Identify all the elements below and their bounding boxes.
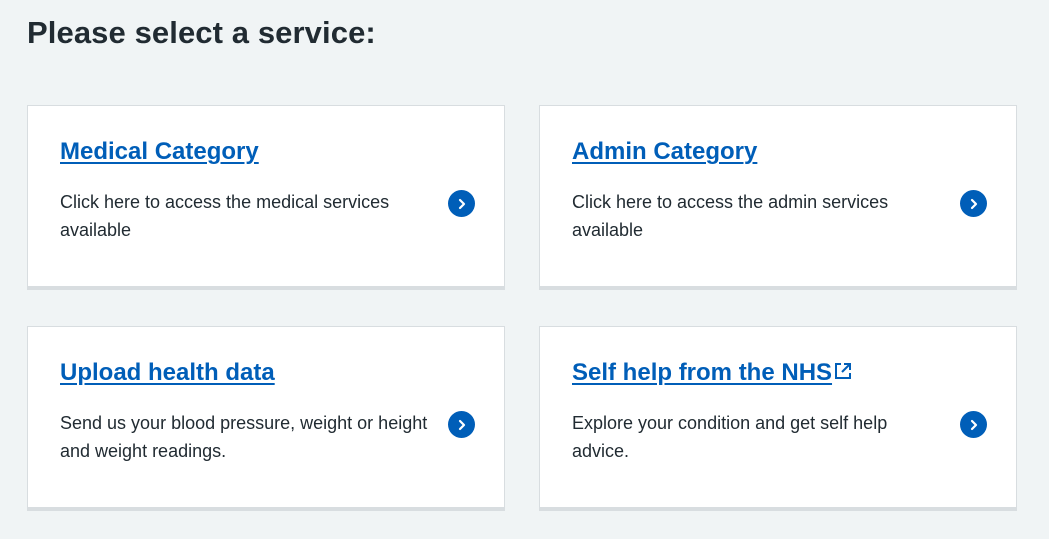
upload-health-data-description: Send us your blood pressure, weight or h… [60,413,428,461]
card-medical-category[interactable]: Medical Category Click here to access th… [27,105,505,290]
card-self-help-nhs[interactable]: Self help from the NHS Explore your cond… [539,326,1017,511]
admin-category-link-text: Admin Category [572,138,758,165]
chevron-right-icon[interactable] [960,411,987,438]
external-link-icon [833,360,853,380]
medical-category-link-text: Medical Category [60,138,259,165]
card-upload-health-data[interactable]: Upload health data Send us your blood pr… [27,326,505,511]
self-help-nhs-description: Explore your condition and get self help… [572,413,888,461]
medical-category-link[interactable]: Medical Category [60,138,259,167]
chevron-right-icon[interactable] [448,190,475,217]
card-admin-category[interactable]: Admin Category Click here to access the … [539,105,1017,290]
admin-category-description: Click here to access the admin services … [572,192,889,240]
self-help-nhs-link[interactable]: Self help from the NHS [572,359,853,388]
upload-health-data-link-text: Upload health data [60,359,275,386]
self-help-nhs-link-text: Self help from the NHS [572,359,833,386]
chevron-right-icon[interactable] [448,411,475,438]
chevron-right-icon[interactable] [960,190,987,217]
medical-category-description: Click here to access the medical service… [60,192,390,240]
upload-health-data-link[interactable]: Upload health data [60,359,275,388]
page-title: Please select a service: [27,15,376,50]
admin-category-link[interactable]: Admin Category [572,138,757,167]
